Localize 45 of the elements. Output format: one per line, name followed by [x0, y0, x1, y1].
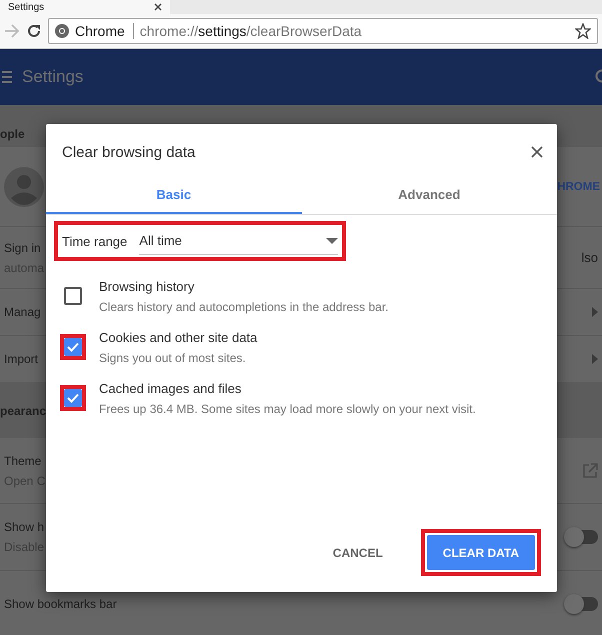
checkbox[interactable] [64, 287, 82, 305]
setting-label: Show h [4, 520, 44, 534]
menu-icon[interactable] [2, 71, 12, 83]
browser-tab[interactable]: Settings [0, 0, 170, 14]
setting-label: Manag [4, 305, 41, 319]
close-icon[interactable] [154, 3, 162, 11]
setting-label: Theme [4, 454, 42, 468]
page-title: Settings [22, 67, 84, 87]
checkbox[interactable] [64, 389, 82, 407]
url-text: chrome://settings/clearBrowserData [140, 23, 363, 39]
checkbox[interactable] [64, 338, 82, 356]
site-label: Chrome [75, 23, 134, 39]
dropdown-arrow-icon [326, 238, 338, 244]
setting-text: lso [581, 250, 598, 265]
chrome-icon [55, 24, 69, 38]
dialog-title: Clear browsing data [62, 144, 196, 160]
setting-label: Show bookmarks bar [4, 597, 117, 611]
star-icon[interactable] [575, 23, 591, 39]
arrow-icon[interactable] [592, 307, 598, 317]
option-title: Cookies and other site data [99, 330, 258, 345]
external-link-icon[interactable] [582, 462, 598, 478]
cancel-button[interactable]: CANCEL [316, 535, 399, 570]
time-range-label: Time range [62, 234, 128, 248]
option-title: Browsing history [99, 279, 196, 294]
option-description: Signs you out of most sites. [99, 351, 247, 365]
reload-icon[interactable] [26, 23, 42, 39]
checkmark-icon [66, 393, 78, 403]
option-title: Cached images and files [99, 381, 242, 396]
section-title: ople [0, 127, 25, 141]
search-icon[interactable] [594, 69, 602, 85]
section-title: pearanc [0, 404, 46, 418]
forward-icon[interactable] [4, 24, 20, 38]
checkmark-icon [66, 342, 78, 352]
close-icon[interactable] [531, 146, 543, 158]
option-description: Frees up 36.4 MB. Some sites may load more slowly on your next visit. [99, 402, 476, 416]
option-description: Clears history and autocompletions in the address bar. [99, 300, 388, 314]
setting-label: Sign in [4, 240, 42, 254]
dialog-tab[interactable]: Basic [46, 176, 302, 214]
arrow-icon[interactable] [592, 354, 598, 364]
address-bar[interactable]: Chrome chrome://settings/clearBrowserData [48, 18, 598, 44]
avatar-icon [4, 166, 44, 206]
dialog-tab[interactable]: Advanced [302, 176, 557, 214]
time-range-select[interactable]: All time [139, 228, 338, 254]
clear-data-button[interactable]: CLEAR DATA [426, 535, 535, 570]
setting-label: Import [4, 352, 38, 366]
